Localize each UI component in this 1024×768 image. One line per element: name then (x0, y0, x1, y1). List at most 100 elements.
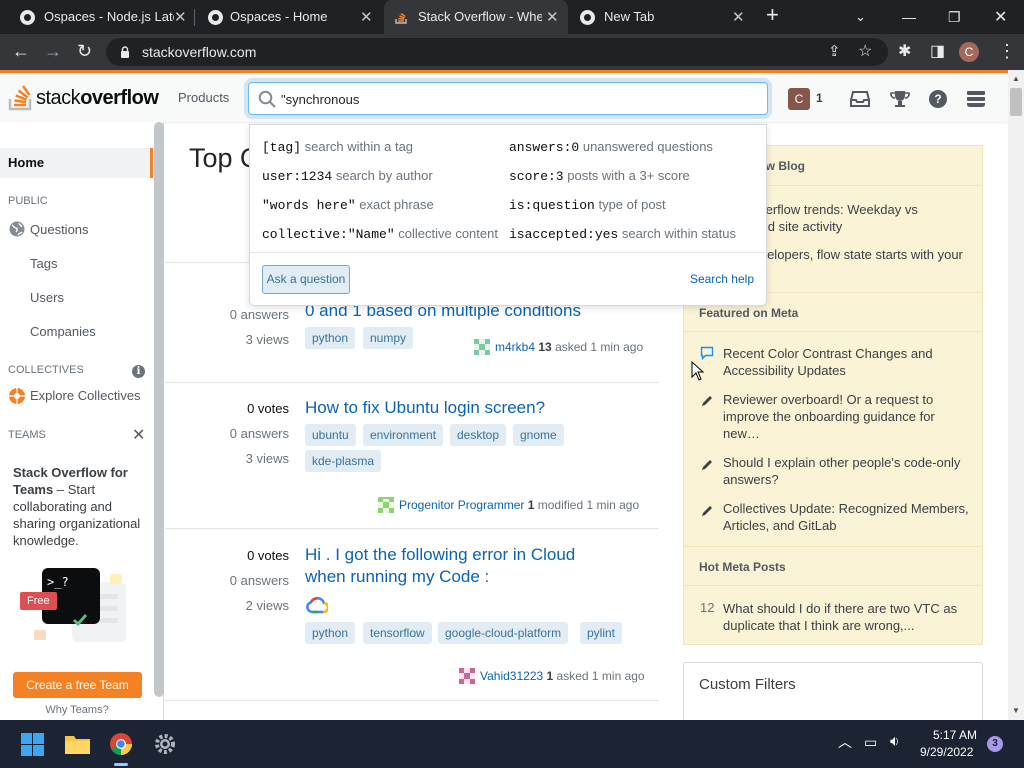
why-teams-link[interactable]: Why Teams? (0, 704, 154, 716)
reload-icon[interactable]: ↻ (77, 41, 92, 62)
meta-item-link[interactable]: Should I explain other people's code-onl… (723, 454, 973, 488)
user-identicon[interactable] (474, 339, 490, 355)
tag-ubuntu[interactable]: ubuntu (305, 424, 356, 446)
user-identicon[interactable] (378, 497, 394, 513)
sidebar-item-explore-collectives[interactable]: Explore Collectives (30, 388, 141, 403)
extensions-icon[interactable]: ✱ (898, 41, 911, 61)
meta-item-link[interactable]: Recent Color Contrast Changes and Access… (723, 345, 973, 379)
tag-gnome[interactable]: gnome (513, 424, 564, 446)
network-icon[interactable]: ▭ (864, 734, 877, 751)
search-help-link[interactable]: Search help (690, 272, 754, 286)
volume-icon[interactable]: 🔉︎ (890, 733, 899, 750)
sidebar-scrollbar[interactable] (154, 122, 164, 697)
page-scrollbar[interactable]: ▲ ▼ (1008, 70, 1024, 720)
close-tab-icon[interactable]: ✕ (546, 8, 559, 26)
tag-pylint[interactable]: pylint (580, 622, 623, 644)
logo-word-stack: stack (36, 87, 81, 109)
close-tab-icon[interactable]: ✕ (360, 8, 373, 26)
back-icon[interactable]: ← (12, 41, 30, 62)
meta-item-link[interactable]: Reviewer overboard! Or a request to impr… (723, 391, 973, 442)
site-logo-text[interactable]: stackoverflow (36, 87, 159, 110)
clock-time[interactable]: 5:17 AM (933, 728, 977, 742)
close-teams-icon[interactable]: ✕ (132, 425, 145, 445)
question-summary (165, 700, 659, 720)
scroll-up-icon[interactable]: ▲ (1012, 74, 1020, 83)
google-cloud-icon (306, 596, 328, 614)
question-title-link[interactable]: Hi . I got the following error in Cloud … (305, 544, 605, 588)
window-close-button[interactable]: ✕ (994, 0, 1007, 34)
sidebar-item-tags[interactable]: Tags (30, 256, 57, 271)
user-avatar[interactable]: C (788, 88, 810, 110)
view-count: 3 views (245, 332, 289, 347)
search-tip-syntax: isaccepted:yes (509, 227, 619, 242)
browser-tab[interactable]: Ospaces - Home ✕ (196, 0, 382, 34)
browser-tab-strip: Ospaces - Node.js Late ✕ Ospaces - Home … (0, 0, 1024, 34)
info-icon[interactable]: i (132, 365, 145, 378)
stackoverflow-logo-icon[interactable] (8, 81, 34, 111)
achievements-trophy-icon[interactable] (890, 90, 910, 108)
tag-desktop[interactable]: desktop (450, 424, 507, 446)
tab-title: New Tab (604, 9, 655, 24)
stackoverflow-favicon-icon (395, 12, 407, 24)
hot-post-link[interactable]: What should I do if there are two VTC as… (723, 600, 973, 634)
sidebar-item-users[interactable]: Users (30, 290, 64, 305)
share-icon[interactable]: ⇪ (828, 42, 841, 60)
tray-overflow-icon[interactable]: ︿ (838, 732, 852, 752)
forward-icon[interactable]: → (44, 41, 62, 62)
browser-tab[interactable]: New Tab ✕ (570, 0, 756, 34)
side-panel-icon[interactable]: ◨ (930, 41, 945, 61)
inbox-icon[interactable] (850, 90, 870, 108)
close-tab-icon[interactable]: ✕ (732, 8, 745, 26)
tag-numpy[interactable]: numpy (363, 327, 414, 349)
question-summary: 0 votes 0 answers 2 views Hi . I got the… (165, 528, 659, 700)
clock-date[interactable]: 9/29/2022 (920, 745, 973, 759)
tag-google-cloud-platform[interactable]: google-cloud-platform (438, 622, 569, 644)
new-tab-button[interactable]: + (766, 0, 779, 32)
search-tip-syntax: answers:0 (509, 140, 580, 155)
address-bar[interactable]: stackoverflow.com ⇪ ☆ (106, 38, 888, 66)
scroll-down-icon[interactable]: ▼ (1012, 706, 1020, 715)
close-tab-icon[interactable]: ✕ (174, 8, 187, 26)
scrollbar-thumb[interactable] (1010, 88, 1022, 116)
profile-avatar[interactable]: C (959, 42, 979, 62)
sidebar-item-home[interactable]: Home (0, 148, 153, 178)
left-sidebar: Home PUBLIC Questions Tags Users Compani… (0, 122, 164, 720)
author-name-link[interactable]: m4rkb4 (495, 340, 535, 354)
chrome-taskbar-icon[interactable] (109, 732, 133, 756)
sidebar-item-companies[interactable]: Companies (30, 324, 96, 339)
maximize-button[interactable]: ❐ (948, 0, 961, 34)
browser-tab[interactable]: Ospaces - Node.js Late ✕ (0, 0, 192, 34)
search-tip-desc: collective content (398, 226, 498, 241)
meta-item-link[interactable]: Collectives Update: Recognized Members, … (723, 500, 973, 534)
mouse-cursor-icon (691, 361, 705, 381)
windows-start-icon[interactable] (21, 733, 44, 756)
search-tip-syntax: is:question (509, 198, 595, 213)
browser-tab-active[interactable]: Stack Overflow - Where ✕ (384, 0, 568, 34)
help-icon[interactable]: ? (929, 90, 947, 108)
settings-gear-icon[interactable] (153, 732, 177, 756)
view-count: 3 views (245, 451, 289, 466)
site-search-input[interactable]: "synchronous (248, 82, 768, 115)
minimize-button[interactable]: — (902, 0, 916, 34)
question-title-link[interactable]: How to fix Ubuntu login screen? (305, 397, 645, 419)
ask-question-button[interactable]: Ask a question (262, 265, 350, 294)
sidebar-item-questions[interactable]: Questions (30, 222, 89, 237)
pencil-icon (702, 460, 712, 470)
user-identicon[interactable] (459, 668, 475, 684)
tag-python[interactable]: python (305, 622, 356, 644)
file-explorer-icon[interactable] (65, 733, 90, 754)
tag-kde-plasma[interactable]: kde-plasma (305, 450, 382, 472)
author-name-link[interactable]: Vahid31223 (480, 669, 543, 683)
browser-menu-icon[interactable]: ⋮ (998, 41, 1016, 62)
notification-badge[interactable]: 3 (987, 736, 1003, 752)
author-name-link[interactable]: Progenitor Programmer (399, 498, 524, 512)
site-switcher-icon[interactable] (967, 91, 985, 107)
bookmark-star-icon[interactable]: ☆ (858, 41, 872, 61)
tab-search-icon[interactable]: ⌄ (855, 0, 866, 34)
tag-environment[interactable]: environment (363, 424, 444, 446)
tag-python[interactable]: python (305, 327, 356, 349)
create-team-button[interactable]: Create a free Team (13, 672, 142, 698)
products-menu[interactable]: Products (178, 90, 229, 105)
tag-tensorflow[interactable]: tensorflow (363, 622, 432, 644)
vote-count: 0 votes (247, 401, 289, 416)
